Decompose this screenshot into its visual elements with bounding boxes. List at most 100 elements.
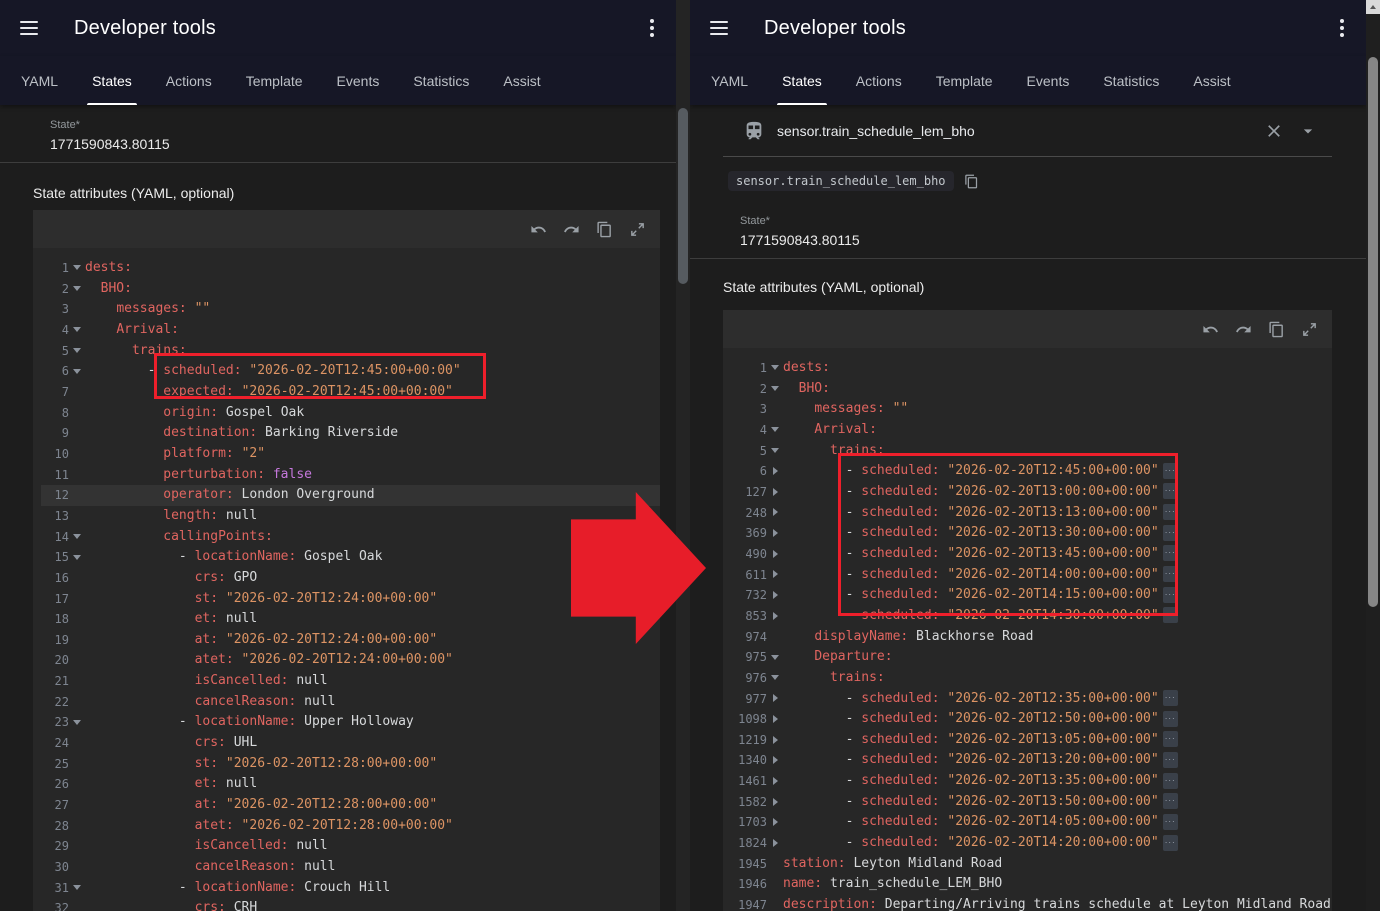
copy-icon[interactable] bbox=[1268, 321, 1285, 338]
code-area[interactable]: 1dests:2 BHO:3 messages: ""4 Arrival:5 t… bbox=[33, 248, 660, 911]
entity-picker-value[interactable]: sensor.train_schedule_lem_bho bbox=[777, 123, 975, 139]
dropdown-caret-icon[interactable] bbox=[1298, 121, 1318, 141]
redo-icon[interactable] bbox=[563, 221, 580, 238]
clear-entity-icon[interactable] bbox=[1264, 121, 1284, 141]
folded-content-badge[interactable]: ··· bbox=[1163, 525, 1178, 541]
fold-open-icon[interactable] bbox=[767, 441, 783, 461]
line-number: 1582 bbox=[731, 792, 767, 813]
code-line: 6 - scheduled: "2026-02-20T12:45:00+00:0… bbox=[731, 461, 1332, 482]
folded-content-badge[interactable]: ··· bbox=[1163, 690, 1178, 706]
fold-open-icon[interactable] bbox=[69, 878, 85, 898]
code-text: description: Departing/Arriving trains s… bbox=[783, 895, 1332, 911]
expand-icon[interactable] bbox=[1301, 321, 1318, 338]
fold-open-icon[interactable] bbox=[767, 379, 783, 399]
fold-open-icon[interactable] bbox=[767, 358, 783, 378]
folded-content-badge[interactable]: ··· bbox=[1163, 731, 1178, 747]
left-panel-scrollbar[interactable] bbox=[676, 0, 690, 911]
folded-content-badge[interactable]: ··· bbox=[1163, 545, 1178, 561]
menu-icon[interactable] bbox=[16, 17, 42, 39]
tab-actions[interactable]: Actions bbox=[149, 56, 229, 105]
folded-content-badge[interactable]: ··· bbox=[1163, 752, 1178, 768]
tab-template[interactable]: Template bbox=[919, 56, 1010, 105]
fold-open-icon[interactable] bbox=[69, 341, 85, 361]
line-number: 5 bbox=[731, 441, 767, 462]
fold-closed-icon[interactable] bbox=[767, 833, 783, 853]
fold-closed-icon[interactable] bbox=[767, 750, 783, 770]
fold-closed-icon[interactable] bbox=[767, 730, 783, 750]
folded-content-badge[interactable]: ··· bbox=[1163, 607, 1178, 623]
state-field[interactable]: State* 1771590843.80115 bbox=[690, 191, 1366, 259]
fold-open-icon[interactable] bbox=[69, 527, 85, 547]
fold-open-icon[interactable] bbox=[767, 668, 783, 688]
state-value[interactable]: 1771590843.80115 bbox=[740, 232, 1366, 248]
folded-content-badge[interactable]: ··· bbox=[1163, 483, 1178, 499]
fold-closed-icon[interactable] bbox=[767, 771, 783, 791]
state-value[interactable]: 1771590843.80115 bbox=[50, 136, 676, 152]
fold-closed-icon[interactable] bbox=[767, 792, 783, 812]
fold-closed-icon[interactable] bbox=[767, 523, 783, 543]
fold-closed-icon[interactable] bbox=[767, 689, 783, 709]
fold-closed-icon[interactable] bbox=[767, 812, 783, 832]
tab-template[interactable]: Template bbox=[229, 56, 320, 105]
fold-open-icon[interactable] bbox=[69, 712, 85, 732]
fold-closed-icon[interactable] bbox=[767, 461, 783, 481]
fold-closed-icon[interactable] bbox=[767, 606, 783, 626]
expand-icon[interactable] bbox=[629, 221, 646, 238]
fold-closed-icon[interactable] bbox=[767, 709, 783, 729]
fold-open-icon[interactable] bbox=[767, 420, 783, 440]
folded-content-badge[interactable]: ··· bbox=[1163, 463, 1178, 479]
folded-content-badge[interactable]: ··· bbox=[1163, 566, 1178, 582]
entity-picker[interactable]: sensor.train_schedule_lem_bho bbox=[723, 105, 1332, 157]
code-line: 1461 - scheduled: "2026-02-20T13:35:00+0… bbox=[731, 771, 1332, 792]
fold-spacer bbox=[767, 895, 783, 911]
fold-closed-icon[interactable] bbox=[767, 482, 783, 502]
undo-icon[interactable] bbox=[530, 221, 547, 238]
tab-states[interactable]: States bbox=[765, 56, 839, 105]
fold-open-icon[interactable] bbox=[69, 279, 85, 299]
redo-icon[interactable] bbox=[1235, 321, 1252, 338]
fold-closed-icon[interactable] bbox=[767, 544, 783, 564]
scroll-up-button[interactable] bbox=[1366, 0, 1380, 14]
code-text: callingPoints: bbox=[85, 527, 273, 547]
code-line: 853 - scheduled: "2026-02-20T14:30:00+00… bbox=[731, 606, 1332, 627]
tab-assist[interactable]: Assist bbox=[486, 56, 557, 105]
code-area[interactable]: 1dests:2 BHO:3 messages: ""4 Arrival:5 t… bbox=[723, 348, 1332, 911]
page-scrollbar[interactable] bbox=[1366, 0, 1380, 911]
tab-statistics[interactable]: Statistics bbox=[396, 56, 486, 105]
folded-content-badge[interactable]: ··· bbox=[1163, 504, 1178, 520]
fold-closed-icon[interactable] bbox=[767, 565, 783, 585]
fold-open-icon[interactable] bbox=[767, 647, 783, 667]
folded-content-badge[interactable]: ··· bbox=[1163, 587, 1178, 603]
folded-content-badge[interactable]: ··· bbox=[1163, 773, 1178, 789]
code-text: perturbation: false bbox=[85, 465, 312, 485]
fold-open-icon[interactable] bbox=[69, 320, 85, 340]
overflow-menu-icon[interactable] bbox=[1334, 13, 1350, 43]
tab-statistics[interactable]: Statistics bbox=[1086, 56, 1176, 105]
scrollbar-thumb[interactable] bbox=[678, 108, 688, 284]
entity-id-chip[interactable]: sensor.train_schedule_lem_bho bbox=[728, 171, 954, 191]
fold-open-icon[interactable] bbox=[69, 547, 85, 567]
tab-states[interactable]: States bbox=[75, 56, 149, 105]
folded-content-badge[interactable]: ··· bbox=[1163, 711, 1178, 727]
tab-yaml[interactable]: YAML bbox=[694, 56, 765, 105]
fold-closed-icon[interactable] bbox=[767, 585, 783, 605]
folded-content-badge[interactable]: ··· bbox=[1163, 814, 1178, 830]
folded-content-badge[interactable]: ··· bbox=[1163, 835, 1178, 851]
copy-entity-id-icon[interactable] bbox=[964, 174, 979, 189]
tab-events[interactable]: Events bbox=[320, 56, 397, 105]
scrollbar-thumb[interactable] bbox=[1368, 57, 1378, 607]
state-field[interactable]: State* 1771590843.80115 bbox=[0, 105, 676, 163]
tab-assist[interactable]: Assist bbox=[1176, 56, 1247, 105]
fold-open-icon[interactable] bbox=[69, 361, 85, 381]
tab-events[interactable]: Events bbox=[1010, 56, 1087, 105]
tab-actions[interactable]: Actions bbox=[839, 56, 919, 105]
line-number: 23 bbox=[41, 712, 69, 733]
folded-content-badge[interactable]: ··· bbox=[1163, 793, 1178, 809]
fold-closed-icon[interactable] bbox=[767, 503, 783, 523]
tab-yaml[interactable]: YAML bbox=[4, 56, 75, 105]
menu-icon[interactable] bbox=[706, 17, 732, 39]
overflow-menu-icon[interactable] bbox=[644, 13, 660, 43]
undo-icon[interactable] bbox=[1202, 321, 1219, 338]
fold-open-icon[interactable] bbox=[69, 258, 85, 278]
copy-icon[interactable] bbox=[596, 221, 613, 238]
